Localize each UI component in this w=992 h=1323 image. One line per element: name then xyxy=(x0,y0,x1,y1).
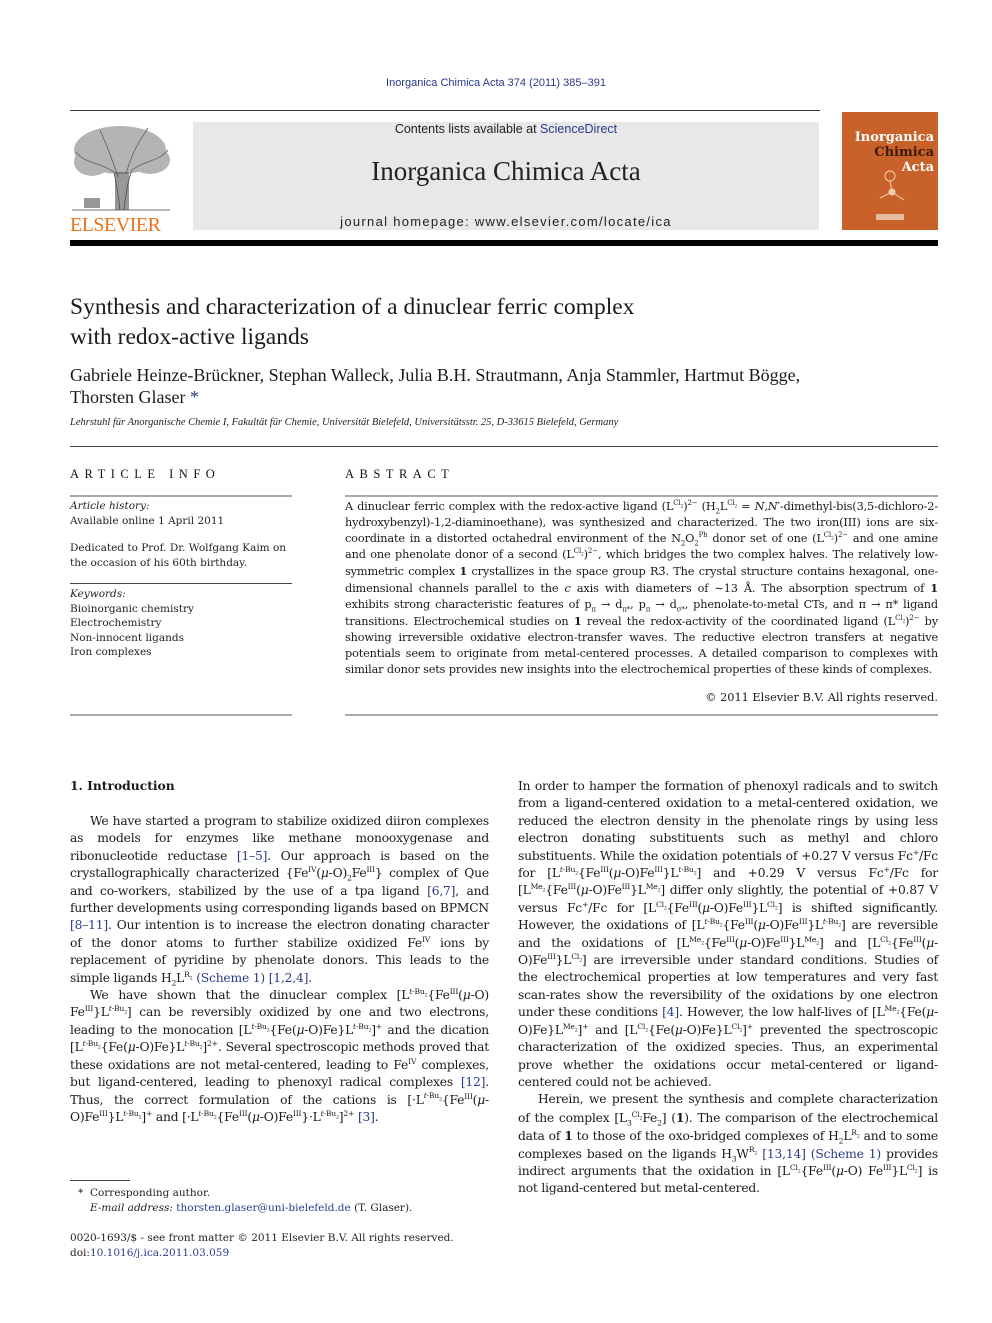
header-divider xyxy=(70,110,820,111)
article-history: Article history: Available online 1 Apri… xyxy=(70,500,225,527)
reference-link[interactable]: [6,7] xyxy=(427,884,455,898)
email-link[interactable]: thorsten.glaser@uni-bielefeld.de xyxy=(176,1202,350,1214)
article-info-heading: ARTICLE INFO xyxy=(70,467,221,481)
front-matter: 0020-1693/$ - see front matter © 2011 El… xyxy=(70,1231,490,1261)
journal-title[interactable]: Inorganica Chimica Acta xyxy=(193,156,819,187)
journal-cover-image[interactable]: Inorganica Chimica Acta xyxy=(842,112,938,230)
cover-title-line1: Inorganica xyxy=(854,130,934,145)
footnote-rule xyxy=(70,1180,130,1181)
corresponding-author-mark[interactable]: * xyxy=(190,387,199,407)
affiliation: Lehrstuhl für Anorganische Chemie I, Fak… xyxy=(70,417,619,428)
reference-link[interactable]: [1,2,4] xyxy=(269,971,309,985)
paragraph: We have shown that the dinuclear complex… xyxy=(70,986,489,1124)
keywords: Keywords: Bioinorganic chemistry Electro… xyxy=(70,587,292,660)
header-thick-rule xyxy=(70,240,938,246)
reference-link[interactable]: [4] xyxy=(662,1005,679,1019)
elsevier-logo[interactable]: ELSEVIER xyxy=(70,122,172,236)
reference-link[interactable]: [13,14] xyxy=(762,1147,806,1161)
footnote-mark: * xyxy=(78,1187,90,1199)
scheme-link[interactable]: (Scheme 1) xyxy=(196,971,265,985)
paragraph: In order to hamper the formation of phen… xyxy=(518,779,939,1089)
author-list: Gabriele Heinze-Brückner, Stephan Wallec… xyxy=(70,365,801,407)
body-column-right: In order to hamper the formation of phen… xyxy=(518,778,938,1198)
reference-link[interactable]: [1–5] xyxy=(237,849,268,863)
paragraph: We have started a program to stabilize o… xyxy=(70,814,489,988)
cover-molecule-icon xyxy=(876,170,905,220)
keyword-item: Bioinorganic chemistry xyxy=(70,602,194,615)
journal-banner: Contents lists available at ScienceDirec… xyxy=(193,122,819,230)
reference-link[interactable]: [3] xyxy=(358,1110,375,1124)
dedication: Dedicated to Prof. Dr. Wolfgang Kaim on … xyxy=(70,542,287,569)
keyword-item: Iron complexes xyxy=(70,646,152,658)
abstract-heading: ABSTRACT xyxy=(345,467,455,481)
journal-homepage-link[interactable]: journal homepage: www.elsevier.com/locat… xyxy=(193,214,819,229)
article-title: Synthesis and characterization of a dinu… xyxy=(70,294,635,350)
elsevier-wordmark: ELSEVIER xyxy=(70,214,161,236)
footnote: * Corresponding author. E-mail address: … xyxy=(78,1187,413,1214)
elsevier-tree-icon xyxy=(72,126,170,211)
scheme-link[interactable]: (Scheme 1) xyxy=(811,1147,881,1161)
keyword-item: Electrochemistry xyxy=(70,617,162,629)
abstract-bottom-rule xyxy=(345,714,938,716)
body-column-left: We have started a program to stabilize o… xyxy=(70,813,489,1126)
article-info-bottom-rule xyxy=(70,714,292,716)
journal-citation[interactable]: Inorganica Chimica Acta 374 (2011) 385–3… xyxy=(0,77,992,89)
section-divider xyxy=(70,446,938,447)
abstract-body: A dinuclear ferric complex with the redo… xyxy=(345,499,938,676)
reference-link[interactable]: [8– xyxy=(70,918,88,932)
sciencedirect-link[interactable]: ScienceDirect xyxy=(540,122,617,136)
keywords-rule xyxy=(70,583,292,584)
abstract-rule xyxy=(345,495,938,497)
contents-line: Contents lists available at ScienceDirec… xyxy=(394,122,618,136)
reference-link[interactable]: [12] xyxy=(461,1075,486,1089)
keyword-item: Non-innocent ligands xyxy=(70,631,185,644)
section-heading-introduction: 1. Introduction xyxy=(70,778,175,793)
paragraph: Herein, we present the synthesis and com… xyxy=(518,1092,939,1196)
abstract-copyright: © 2011 Elsevier B.V. All rights reserved… xyxy=(705,691,938,704)
issn-line: 0020-1693/$ - see front matter © 2011 El… xyxy=(70,1232,454,1244)
doi-link[interactable]: 10.1016/j.ica.2011.03.059 xyxy=(90,1247,229,1259)
reference-link[interactable]: 11] xyxy=(88,918,108,932)
article-info-rule xyxy=(70,495,292,497)
